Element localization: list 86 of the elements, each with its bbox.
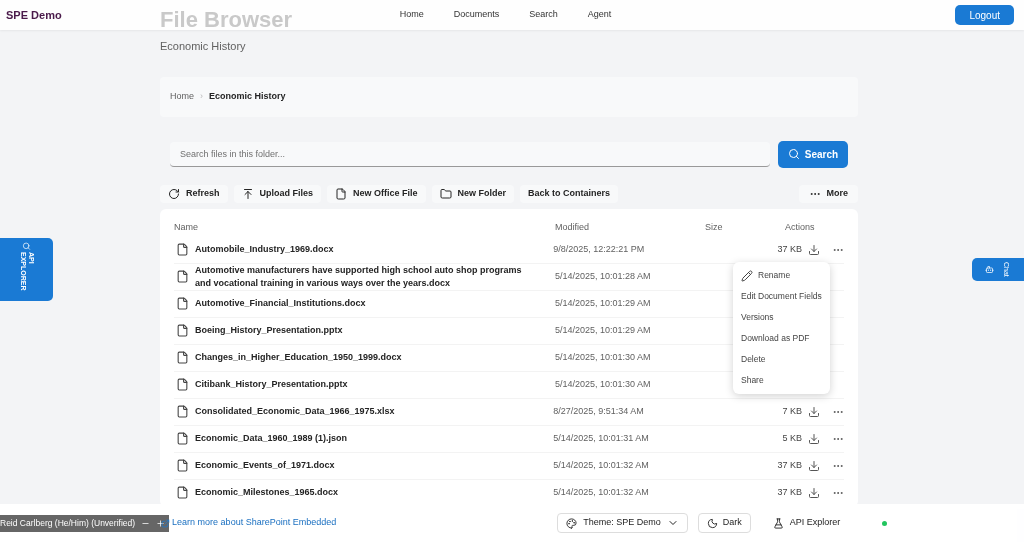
search-button[interactable]: Search [778, 140, 848, 168]
modified-date: 5/14/2025, 10:01:31 AM [553, 431, 650, 445]
download-icon[interactable] [808, 243, 820, 256]
download-icon[interactable] [808, 459, 820, 472]
nav-link[interactable]: Home [399, 8, 424, 22]
menu-item[interactable]: Delete [733, 349, 830, 370]
document-icon [176, 324, 189, 337]
breadcrumb-separator: › [200, 89, 203, 103]
document-icon [176, 432, 189, 445]
external-link-icon [161, 518, 171, 528]
menu-item[interactable]: Rename [733, 265, 830, 286]
modified-date: 5/14/2025, 10:01:30 AM [555, 350, 652, 364]
menu-item[interactable]: Download as PDF [733, 328, 830, 349]
file-name[interactable]: Economic_Events_of_1971.docx [195, 459, 535, 472]
theme-dropdown[interactable]: Theme: SPE Demo [557, 513, 688, 533]
toolbar-button[interactable]: Refresh [160, 184, 228, 203]
file-size: 37 KB [777, 485, 802, 499]
file-icon [335, 187, 348, 200]
modified-date: 5/14/2025, 10:01:29 AM [555, 323, 652, 337]
bot-icon [985, 265, 995, 274]
file-name[interactable]: Boeing_History_Presentation.pptx [195, 324, 535, 337]
modified-date: 5/14/2025, 10:01:32 AM [553, 458, 650, 472]
breadcrumb-link[interactable]: Economic History [209, 89, 286, 104]
modified-date: 5/14/2025, 10:01:29 AM [555, 296, 652, 310]
download-icon[interactable] [808, 486, 820, 499]
sharepoint-link[interactable]: Learn more about SharePoint Embedded [172, 516, 337, 530]
moon-icon [706, 517, 718, 529]
file-size: 37 KB [777, 458, 802, 472]
nav-link[interactable]: Search [529, 8, 558, 22]
refresh-icon [168, 187, 180, 200]
modified-date: 5/14/2025, 10:01:28 AM [555, 269, 652, 283]
document-icon [176, 486, 189, 499]
file-name[interactable]: Automotive manufacturers have supported high school auto shop programs and vocational training in various ways over the years.docx [195, 263, 535, 290]
toolbar-button[interactable]: Back to Containers [520, 184, 619, 203]
file-name[interactable]: Economic_Data_1960_1989 (1).json [195, 432, 535, 445]
modified-date: 9/8/2025, 12:22:21 PM [553, 242, 646, 256]
modified-date: 5/14/2025, 10:01:32 AM [553, 485, 650, 499]
download-icon[interactable] [808, 432, 820, 445]
menu-item[interactable]: Edit Document Fields [733, 286, 830, 307]
palette-icon [566, 517, 578, 529]
column-header: Size [705, 220, 724, 234]
column-header: Name [174, 220, 199, 234]
toolbar-button[interactable]: New Folder [431, 184, 515, 203]
file-name[interactable]: Citibank_History_Presentation.pptx [195, 378, 535, 391]
file-size: 7 KB [782, 404, 802, 418]
pencil-icon [741, 269, 753, 282]
file-name[interactable]: Automobile_Industry_1969.docx [195, 243, 535, 256]
download-icon[interactable] [808, 405, 820, 418]
toolbar-button[interactable]: Upload Files [233, 184, 322, 203]
participant-name: Reid Carlberg (He/Him) (Unverified) [0, 516, 136, 530]
document-icon [176, 351, 189, 364]
file-name[interactable]: Economic_Milestones_1965.docx [195, 486, 535, 499]
menu-item[interactable]: Versions [733, 307, 830, 328]
nav-link[interactable]: Documents [453, 8, 500, 22]
app-logo[interactable]: SPE Demo [6, 6, 62, 24]
document-icon [176, 297, 189, 310]
logout-button[interactable]: Logout [955, 5, 1014, 25]
document-icon [176, 270, 189, 283]
file-name[interactable]: Changes_in_Higher_Education_1950_1999.docx [195, 351, 535, 364]
search-icon [22, 242, 31, 251]
expand-icon[interactable] [156, 518, 166, 528]
menu-item[interactable]: Share [733, 370, 830, 391]
modified-date: 5/14/2025, 10:01:30 AM [555, 377, 652, 391]
document-icon [176, 243, 189, 256]
folder-icon [439, 187, 452, 200]
column-header: Modified [555, 220, 591, 234]
document-icon [176, 459, 189, 472]
file-name[interactable]: Automotive_Financial_Institutions.docx [195, 297, 535, 310]
search-field[interactable]: Search files in this folder... [170, 141, 770, 167]
column-header: Actions [785, 220, 815, 234]
page-subtitle: Economic History [160, 39, 247, 54]
document-icon [176, 378, 189, 391]
modified-date: 8/27/2025, 9:51:34 AM [553, 404, 645, 418]
toolbar-button[interactable]: New Office File [327, 184, 426, 203]
breadcrumb-link[interactable]: Home [170, 89, 194, 104]
api-explorer-button[interactable]: API Explorer [764, 513, 849, 533]
search-icon [787, 148, 800, 160]
file-size: 37 KB [777, 242, 802, 256]
file-name[interactable]: Consolidated_Economic_Data_1966_1975.xlsx [195, 405, 535, 418]
more-button[interactable]: More [799, 184, 858, 203]
document-icon [176, 405, 189, 418]
file-size: 5 KB [782, 431, 802, 445]
upload-icon [241, 187, 254, 200]
dark-mode-button[interactable]: Dark [697, 513, 751, 533]
flask-icon [772, 517, 784, 529]
nav-link[interactable]: Agent [587, 8, 612, 22]
